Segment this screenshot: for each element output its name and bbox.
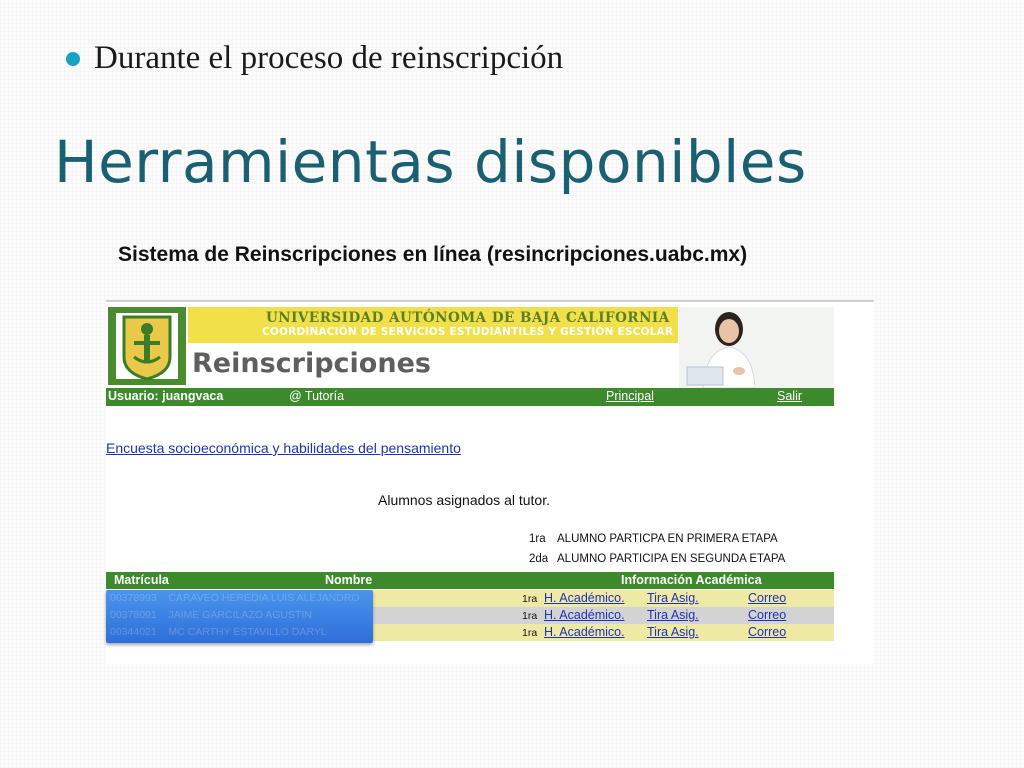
salir-link[interactable]: Salir bbox=[777, 389, 802, 403]
subject-list-link[interactable]: Tira Asig. bbox=[647, 591, 699, 605]
survey-link[interactable]: Encuesta socioeconómica y habilidades de… bbox=[106, 440, 461, 456]
bullet-text: Durante el proceso de reinscripción bbox=[94, 39, 564, 76]
banner-photo bbox=[679, 307, 834, 388]
bullet-item: Durante el proceso de reinscripción bbox=[66, 38, 563, 78]
student-id: 00378993 bbox=[110, 592, 157, 604]
site-banner: UNIVERSIDAD AUTÓNOMA DE BAJA CALIFORNIA … bbox=[106, 304, 834, 388]
stage-label: 1ra bbox=[522, 627, 538, 639]
stage-label: 1ra bbox=[522, 593, 538, 605]
student-entry: 00378091 JAIME GARCILAZO AGUSTIN bbox=[110, 609, 312, 621]
assigned-students-heading: Alumnos asignados al tutor. bbox=[378, 492, 550, 508]
email-link[interactable]: Correo bbox=[748, 591, 786, 605]
slide-title: Herramientas disponibles bbox=[54, 128, 807, 196]
stage-label: 1ra bbox=[522, 610, 538, 622]
legend-text: ALUMNO PARTICPA EN PRIMERA ETAPA bbox=[557, 533, 778, 545]
subject-list-link[interactable]: Tira Asig. bbox=[647, 625, 699, 639]
email-link[interactable]: Correo bbox=[748, 608, 786, 622]
legend-item: 2da ALUMNO PARTICIPA EN SEGUNDA ETAPA bbox=[529, 553, 785, 565]
academic-history-link[interactable]: H. Académico. bbox=[544, 608, 625, 622]
privacy-blur-overlay: 00378993 CARAVEO HEREDIA LUIS ALEJANDRO … bbox=[106, 590, 373, 643]
student-id: 00378091 bbox=[110, 609, 157, 621]
legend-text: ALUMNO PARTICIPA EN SEGUNDA ETAPA bbox=[557, 553, 786, 565]
student-entry: 00378993 CARAVEO HEREDIA LUIS ALEJANDRO bbox=[110, 592, 360, 604]
embedded-screenshot: UNIVERSIDAD AUTÓNOMA DE BAJA CALIFORNIA … bbox=[106, 300, 874, 664]
nombre-header: Nombre bbox=[325, 573, 373, 587]
student-name: CARAVEO HEREDIA LUIS ALEJANDRO bbox=[168, 592, 360, 604]
email-link[interactable]: Correo bbox=[748, 625, 786, 639]
username-label: Usuario: juangvaca bbox=[108, 389, 224, 403]
legend-item: 1ra ALUMNO PARTICPA EN PRIMERA ETAPA bbox=[529, 533, 778, 545]
info-header: Información Académica bbox=[621, 573, 762, 587]
user-bar: Usuario: juangvaca @ Tutoría Principal S… bbox=[106, 388, 834, 406]
bullet-dot-icon bbox=[66, 52, 80, 66]
academic-history-link[interactable]: H. Académico. bbox=[544, 591, 625, 605]
screenshot-caption: Sistema de Reinscripciones en línea (res… bbox=[118, 243, 748, 266]
principal-link[interactable]: Principal bbox=[606, 389, 654, 403]
student-name: MC CARTHY ESTAVILLO DARYL bbox=[168, 626, 327, 638]
app-title: Reinscripciones bbox=[192, 348, 431, 379]
academic-history-link[interactable]: H. Académico. bbox=[544, 625, 625, 639]
university-logo bbox=[108, 307, 186, 385]
table-header: Matrícula Nombre Información Académica bbox=[106, 572, 834, 589]
student-id: 00344021 bbox=[110, 626, 157, 638]
student-name: JAIME GARCILAZO AGUSTIN bbox=[168, 609, 312, 621]
university-name: UNIVERSIDAD AUTÓNOMA DE BAJA CALIFORNIA bbox=[266, 310, 670, 326]
coordination-name: COORDINACIÓN DE SERVICIOS ESTUDIANTILES … bbox=[262, 326, 674, 338]
tutoria-label: @ Tutoría bbox=[289, 389, 345, 403]
legend-code: 2da bbox=[529, 553, 549, 565]
matricula-header: Matrícula bbox=[114, 573, 169, 587]
subject-list-link[interactable]: Tira Asig. bbox=[647, 608, 699, 622]
legend-code: 1ra bbox=[529, 533, 546, 545]
student-entry: 00344021 MC CARTHY ESTAVILLO DARYL bbox=[110, 626, 327, 638]
